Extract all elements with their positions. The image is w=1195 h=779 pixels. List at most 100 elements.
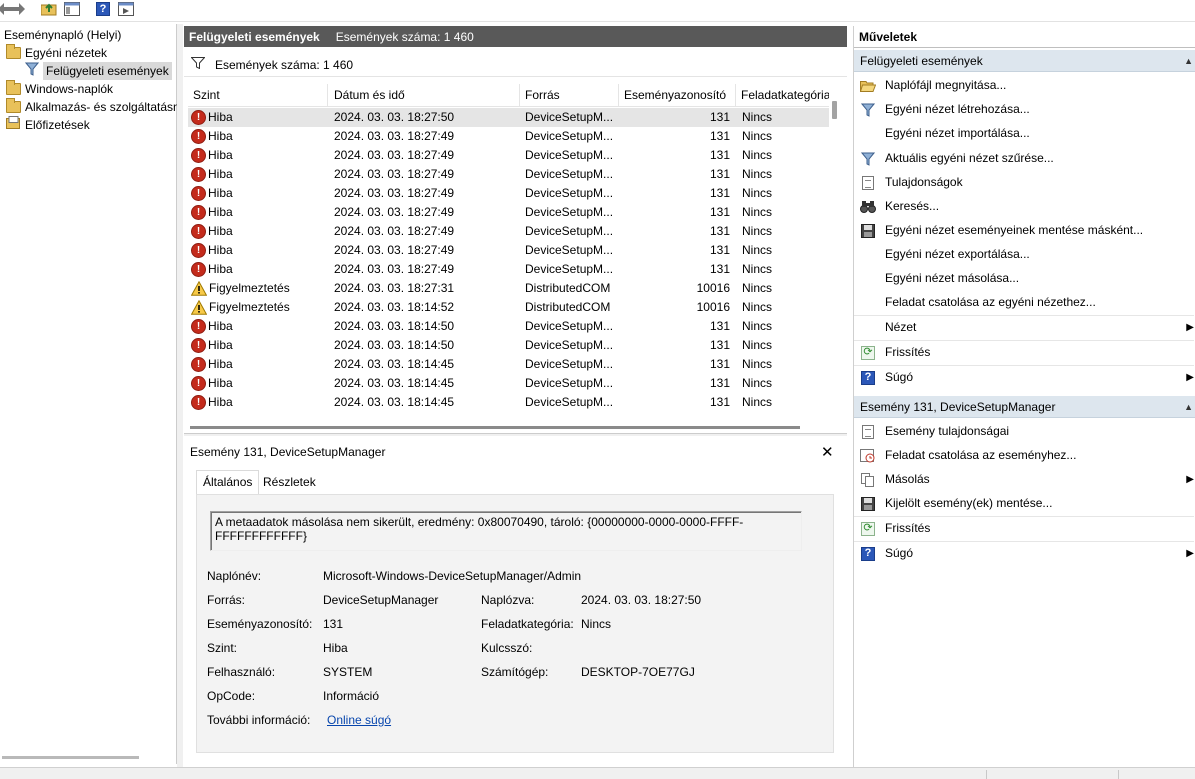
field-label: Szint: bbox=[207, 641, 238, 655]
tree-item-custom-views[interactable]: Egyéni nézetek bbox=[6, 44, 107, 62]
tree-item-windows-logs[interactable]: Windows-naplók bbox=[6, 80, 113, 98]
action-item[interactable]: ⟳ Frissítés bbox=[854, 341, 1195, 364]
column-header-level[interactable]: Szint bbox=[188, 84, 328, 107]
online-help-link[interactable]: Online súgó bbox=[327, 713, 391, 727]
field-label: Feladatkategória: bbox=[481, 617, 574, 631]
table-row[interactable]: ! Hiba 2024. 03. 03. 18:14:45 DeviceSetupM.… bbox=[188, 355, 829, 374]
action-item[interactable]: Nézet ▶ bbox=[854, 316, 1195, 339]
show-action-pane-icon[interactable] bbox=[117, 1, 135, 17]
center-pane-header: Felügyeleti események Események száma: 1… bbox=[184, 26, 847, 47]
action-item[interactable]: Naplófájl megnyitása... bbox=[854, 74, 1195, 97]
action-label: Egyéni nézet importálása... bbox=[885, 126, 1030, 140]
table-row[interactable]: Figyelmeztetés 2024. 03. 03. 18:14:52 Dist… bbox=[188, 298, 829, 317]
table-row[interactable]: ! Hiba 2024. 03. 03. 18:14:45 DeviceSetupM.… bbox=[188, 393, 829, 412]
show-hide-tree-icon[interactable] bbox=[63, 1, 81, 17]
close-icon[interactable]: ✕ bbox=[821, 443, 834, 461]
column-header-event-id[interactable]: Eseményazonosító bbox=[619, 84, 736, 107]
table-row[interactable]: ! Hiba 2024. 03. 03. 18:14:50 DeviceSetupM.… bbox=[188, 336, 829, 355]
field-value: Hiba bbox=[323, 641, 348, 655]
table-row[interactable]: ! Hiba 2024. 03. 03. 18:27:49 DeviceSetupM.… bbox=[188, 203, 829, 222]
action-item[interactable]: ⟳ Frissítés bbox=[854, 517, 1195, 540]
tree-item-applications-services[interactable]: Alkalmazás- és szolgáltatásn bbox=[6, 98, 180, 116]
filter-icon bbox=[190, 57, 206, 72]
tree-item-subscriptions[interactable]: Előfizetések bbox=[6, 116, 90, 134]
column-header-date-time[interactable]: Dátum és idő bbox=[329, 84, 520, 107]
table-row[interactable]: ! Hiba 2024. 03. 03. 18:27:49 DeviceSetupM.… bbox=[188, 184, 829, 203]
folder-icon bbox=[6, 98, 21, 113]
field-label: Felhasználó: bbox=[207, 665, 276, 679]
actions-section-event-131[interactable]: Esemény 131, DeviceSetupManager ▲ bbox=[854, 396, 1195, 418]
help-icon[interactable]: ? bbox=[94, 1, 112, 17]
action-item[interactable]: Másolás ▶ bbox=[854, 468, 1195, 491]
tab-details[interactable]: Részletek bbox=[257, 471, 322, 494]
action-item[interactable]: ? Súgó ▶ bbox=[854, 366, 1195, 389]
events-vertical-scrollbar[interactable] bbox=[832, 101, 837, 119]
cell-level: Figyelmeztetés bbox=[191, 279, 327, 298]
table-row[interactable]: ! Hiba 2024. 03. 03. 18:27:49 DeviceSetupM.… bbox=[188, 241, 829, 260]
blank-icon bbox=[860, 295, 876, 311]
events-horizontal-scrollbar[interactable] bbox=[188, 420, 828, 429]
cell-task-category: Nincs bbox=[742, 357, 773, 371]
action-item[interactable]: Esemény tulajdonságai bbox=[854, 420, 1195, 443]
action-item[interactable]: Egyéni nézet importálása... bbox=[854, 122, 1195, 145]
level-text: Hiba bbox=[208, 167, 233, 181]
collapse-icon[interactable]: ▲ bbox=[1184, 396, 1193, 418]
event-message[interactable]: A metaadatok másolása nem sikerült, ered… bbox=[210, 511, 802, 551]
warning-icon bbox=[191, 281, 207, 296]
table-row[interactable]: ! Hiba 2024. 03. 03. 18:27:49 DeviceSetupM.… bbox=[188, 260, 829, 279]
folder-up-icon[interactable] bbox=[40, 1, 58, 17]
table-row[interactable]: ! Hiba 2024. 03. 03. 18:14:50 DeviceSetupM.… bbox=[188, 317, 829, 336]
folder-open-icon bbox=[860, 78, 876, 94]
pane-splitter[interactable] bbox=[177, 24, 183, 779]
tree-item-label: Alkalmazás- és szolgáltatásn bbox=[25, 100, 180, 114]
console-tree: Eseménynapló (Helyi) Egyéni nézetek Felü… bbox=[0, 24, 180, 764]
table-row[interactable]: ! Hiba 2024. 03. 03. 18:27:49 DeviceSetupM.… bbox=[188, 165, 829, 184]
action-item[interactable]: Egyéni nézet létrehozása... bbox=[854, 98, 1195, 121]
tree-item-administrative-events[interactable]: Felügyeleti események bbox=[24, 62, 172, 80]
column-header-task-category[interactable]: Feladatkategória bbox=[736, 84, 829, 107]
action-label: Egyéni nézet exportálása... bbox=[885, 247, 1030, 261]
field-value: Microsoft-Windows-DeviceSetupManager/Adm… bbox=[323, 569, 582, 583]
table-row[interactable]: ! Hiba 2024. 03. 03. 18:14:45 DeviceSetupM.… bbox=[188, 374, 829, 393]
cell-level: ! Hiba bbox=[191, 260, 327, 279]
action-item[interactable]: Egyéni nézet eseményeinek mentése máskén… bbox=[854, 219, 1195, 242]
table-row[interactable]: ! Hiba 2024. 03. 03. 18:27:49 DeviceSetupM.… bbox=[188, 222, 829, 241]
table-row[interactable]: ! Hiba 2024. 03. 03. 18:27:49 DeviceSetupM.… bbox=[188, 127, 829, 146]
scrollbar-thumb[interactable] bbox=[190, 426, 800, 429]
table-row[interactable]: Figyelmeztetés 2024. 03. 03. 18:27:31 Dist… bbox=[188, 279, 829, 298]
table-row[interactable]: ! Hiba 2024. 03. 03. 18:27:50 DeviceSetupM.… bbox=[188, 108, 829, 127]
cell-source: DistributedCOM bbox=[525, 300, 611, 314]
actions-pane: Műveletek Felügyeleti események ▲ Naplóf… bbox=[853, 26, 1195, 779]
cell-event-id: 131 bbox=[709, 357, 730, 371]
forward-arrow-icon[interactable] bbox=[9, 1, 27, 17]
level-text: Hiba bbox=[208, 224, 233, 238]
collapse-icon[interactable]: ▲ bbox=[1184, 50, 1193, 72]
tree-item-event-viewer-local[interactable]: Eseménynapló (Helyi) bbox=[4, 26, 121, 44]
action-item[interactable]: Aktuális egyéni nézet szűrése... bbox=[854, 147, 1195, 170]
cell-level: Figyelmeztetés bbox=[191, 298, 327, 317]
tree-horizontal-scrollbar[interactable] bbox=[2, 756, 139, 759]
action-item[interactable]: Egyéni nézet exportálása... bbox=[854, 243, 1195, 266]
table-row[interactable]: ! Hiba 2024. 03. 03. 18:27:49 DeviceSetupM.… bbox=[188, 146, 829, 165]
cell-date-time: 2024. 03. 03. 18:27:49 bbox=[334, 186, 455, 200]
error-icon: ! bbox=[191, 319, 206, 334]
properties-icon bbox=[860, 175, 876, 191]
field-value: Nincs bbox=[581, 617, 612, 631]
action-item[interactable]: Feladat csatolása az egyéni nézethez... bbox=[854, 291, 1195, 314]
action-label: Másolás bbox=[885, 472, 930, 486]
tab-general[interactable]: Általános bbox=[196, 470, 260, 495]
actions-section-administrative-events[interactable]: Felügyeleti események ▲ bbox=[854, 50, 1195, 72]
action-item[interactable]: Keresés... bbox=[854, 195, 1195, 218]
action-item[interactable]: Tulajdonságok bbox=[854, 171, 1195, 194]
action-item[interactable]: ? Súgó ▶ bbox=[854, 542, 1195, 565]
folder-icon bbox=[6, 80, 21, 95]
column-header-source[interactable]: Forrás bbox=[520, 84, 619, 107]
field-label: Naplózva: bbox=[481, 593, 535, 607]
cell-source: DeviceSetupM... bbox=[525, 376, 614, 390]
section-title: Felügyeleti események bbox=[860, 54, 983, 68]
action-item[interactable]: Egyéni nézet másolása... bbox=[854, 267, 1195, 290]
action-item[interactable]: Kijelölt esemény(ek) mentése... bbox=[854, 492, 1195, 515]
cell-source: DeviceSetupM... bbox=[525, 357, 614, 371]
action-item[interactable]: Feladat csatolása az eseményhez... bbox=[854, 444, 1195, 467]
center-splitter[interactable] bbox=[184, 433, 847, 436]
